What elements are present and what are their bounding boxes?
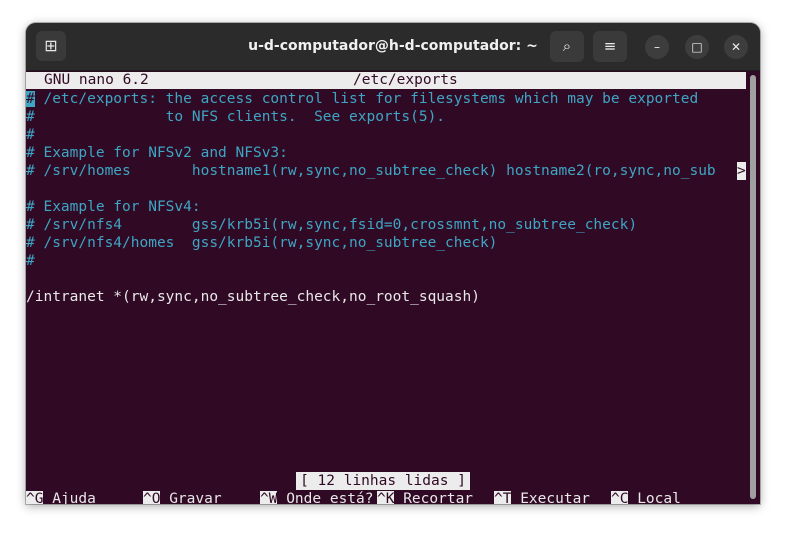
editor-line[interactable]: # to NFS clients. See exports(5). bbox=[26, 108, 445, 126]
shortcut-item[interactable]: ^K Recortar bbox=[377, 490, 473, 504]
shortcut-label: Onde está? bbox=[277, 491, 374, 504]
shortcut-key: ^T bbox=[494, 491, 512, 504]
shortcut-key: ^O bbox=[143, 491, 161, 504]
line-overflow-marker: > bbox=[737, 162, 746, 180]
shortcut-item[interactable]: ^O Gravar bbox=[143, 490, 222, 504]
menu-button[interactable]: ≡ bbox=[593, 31, 627, 62]
nano-filename: /etc/exports bbox=[353, 72, 458, 88]
minimize-icon: – bbox=[654, 40, 660, 54]
shortcut-key: ^W bbox=[260, 491, 278, 504]
terminal-content[interactable]: GNU nano 6.2 /etc/exports # /etc/exports… bbox=[26, 71, 748, 504]
editor-line[interactable]: # /etc/exports: the access control list … bbox=[26, 90, 698, 108]
editor-line[interactable]: /intranet *(rw,sync,no_subtree_check,no_… bbox=[26, 288, 480, 306]
new-tab-icon: ⊞ bbox=[44, 36, 58, 55]
shortcut-label: Local bbox=[628, 491, 681, 504]
editor-line[interactable]: # Example for NFSv4: bbox=[26, 198, 201, 216]
minimize-button[interactable]: – bbox=[645, 35, 669, 59]
editor-line[interactable]: # /srv/homes hostname1(rw,sync,no_subtre… bbox=[26, 162, 716, 180]
close-button[interactable]: ✕ bbox=[724, 35, 748, 59]
scrollbar[interactable] bbox=[750, 75, 756, 499]
nano-version: GNU nano 6.2 bbox=[44, 72, 149, 88]
shortcut-item[interactable]: ^G Ajuda bbox=[26, 490, 96, 504]
hamburger-menu-icon: ≡ bbox=[603, 37, 617, 55]
shortcut-label: Executar bbox=[511, 491, 591, 504]
title-bar: ⊞ u-d-computador@h-d-computador: ~ ⌕ ≡ –… bbox=[26, 23, 760, 71]
shortcut-item[interactable]: ^W Onde está? bbox=[260, 490, 374, 504]
search-button[interactable]: ⌕ bbox=[550, 31, 584, 62]
editor-line[interactable]: # bbox=[26, 252, 35, 270]
close-icon: ✕ bbox=[730, 40, 742, 54]
editor-line[interactable]: # bbox=[26, 126, 35, 144]
new-tab-button[interactable]: ⊞ bbox=[36, 31, 66, 61]
shortcut-key: ^G bbox=[26, 491, 44, 504]
scrollbar-thumb[interactable] bbox=[750, 75, 756, 499]
shortcut-key: ^C bbox=[611, 491, 629, 504]
nano-header: GNU nano 6.2 /etc/exports bbox=[26, 72, 746, 89]
shortcut-item[interactable]: ^C Local bbox=[611, 490, 681, 504]
text-cursor: # bbox=[26, 91, 35, 107]
editor-line[interactable]: # /srv/nfs4 gss/krb5i(rw,sync,fsid=0,cro… bbox=[26, 216, 637, 234]
search-icon: ⌕ bbox=[562, 37, 572, 55]
window-title: u-d-computador@h-d-computador: ~ bbox=[248, 38, 538, 54]
terminal-window: ⊞ u-d-computador@h-d-computador: ~ ⌕ ≡ –… bbox=[26, 23, 760, 504]
shortcut-label: Gravar bbox=[160, 491, 222, 504]
maximize-button[interactable]: □ bbox=[685, 35, 709, 59]
editor-line[interactable]: # /srv/nfs4/homes gss/krb5i(rw,sync,no_s… bbox=[26, 234, 497, 252]
shortcut-item[interactable]: ^T Executar bbox=[494, 490, 590, 504]
shortcut-label: Recortar bbox=[394, 491, 474, 504]
editor-line[interactable]: # Example for NFSv2 and NFSv3: bbox=[26, 144, 288, 162]
shortcut-key: ^K bbox=[377, 491, 395, 504]
maximize-icon: □ bbox=[691, 40, 703, 54]
shortcut-label: Ajuda bbox=[43, 491, 96, 504]
status-message: [ 12 linhas lidas ] bbox=[296, 472, 470, 490]
